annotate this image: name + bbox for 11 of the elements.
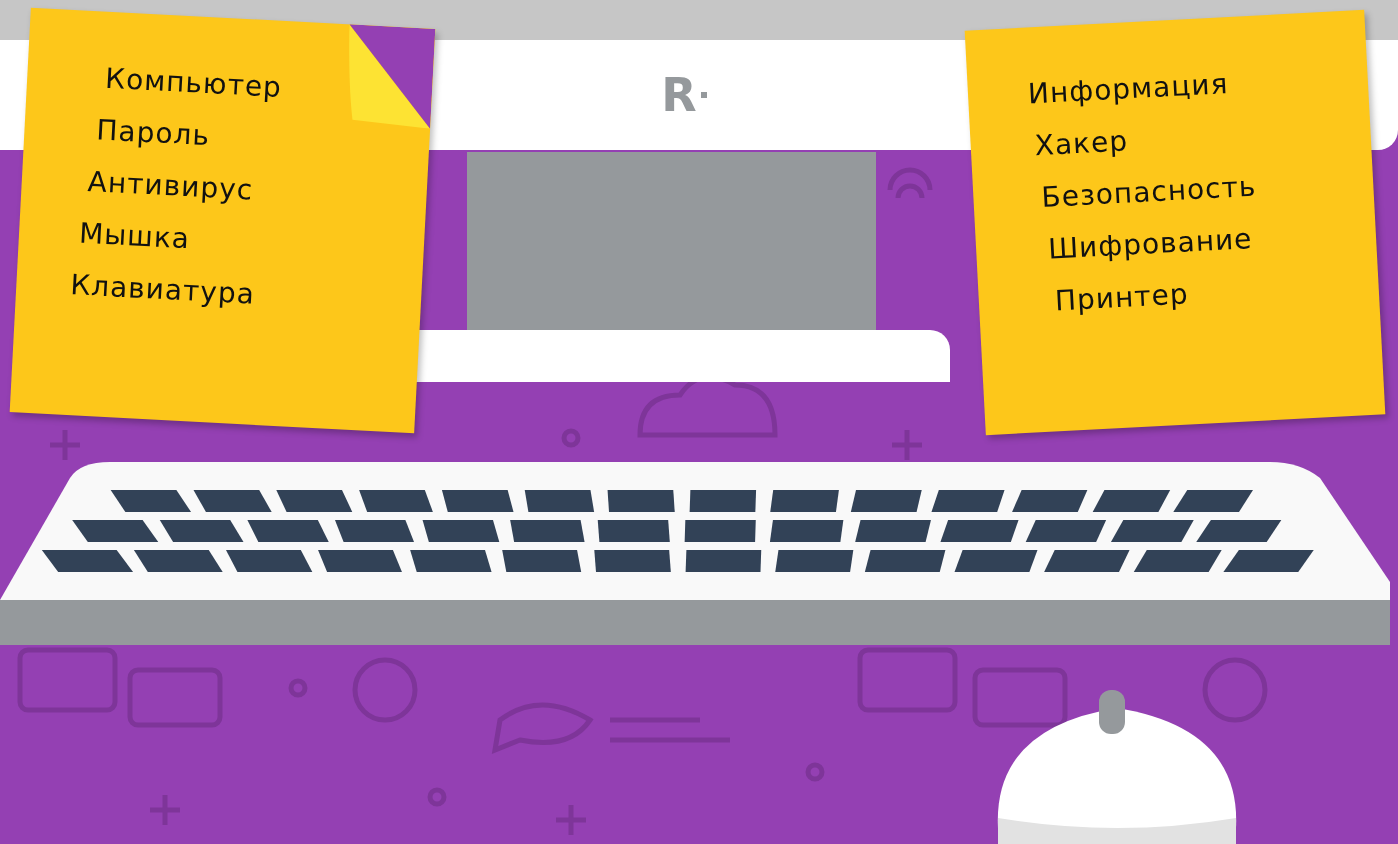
note-word: Безопасность (1040, 168, 1259, 216)
note-word: Хакер (1033, 123, 1130, 165)
note-word: Антивирус (86, 163, 255, 209)
note-word: Компьютер (104, 60, 284, 106)
note-word: Пароль (95, 112, 212, 155)
note-word: Информация (1027, 66, 1231, 113)
note-word: Шифрование (1047, 221, 1255, 268)
note-word: Клавиатура (69, 267, 257, 313)
note-word: Принтер (1053, 276, 1191, 320)
note-word: Мышка (78, 215, 192, 258)
logo: R (661, 68, 707, 122)
